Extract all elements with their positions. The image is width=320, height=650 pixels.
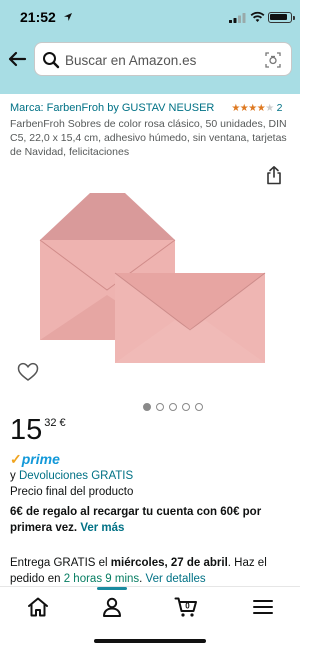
search-icon [43,52,60,69]
status-bar: 21:52 [0,0,300,34]
brand-row: Marca: FarbenFroh by GUSTAV NEUSER ★★★★★… [10,102,292,116]
prime-label: prime [21,451,60,467]
rating-count: 2 [276,102,283,114]
order-countdown: 2 horas 9 mins [63,573,140,585]
returns-line: y Devoluciones GRATIS [10,470,133,482]
back-arrow-icon[interactable] [6,48,28,70]
delivery-date: miércoles, 27 de abril [110,557,228,569]
home-icon[interactable] [26,595,50,619]
battery-icon [268,12,295,23]
see-details-link[interactable]: Ver detalles [146,573,206,585]
account-icon[interactable] [100,595,124,619]
promo-text: 6€ de regalo al recargar tu cuenta con 6… [10,504,290,536]
prime-badge: ✓prime [10,451,60,467]
camera-search-icon[interactable] [265,52,281,68]
brand-link[interactable]: Marca: FarbenFroh by GUSTAV NEUSER [10,102,214,114]
share-icon[interactable] [265,165,283,185]
wifi-icon [250,11,265,22]
bottom-navigation: 0 [0,586,300,650]
star-empty-icon: ★ [265,103,274,114]
active-tab-indicator [97,587,127,590]
cart-icon[interactable]: 0 [174,595,198,619]
heart-favorite-icon[interactable] [17,362,39,382]
price-whole: 15 [10,414,43,446]
home-indicator [94,639,206,643]
carousel-dot[interactable] [195,403,203,411]
price: 15 32 € [10,414,66,450]
star-icon: ★ [239,103,249,114]
star-icon: ★ [231,103,240,114]
carousel-dot[interactable] [156,403,164,411]
location-arrow-icon [64,13,72,21]
carousel-dot[interactable] [143,403,151,411]
svg-text:0: 0 [185,602,190,611]
carousel-dot[interactable] [169,403,177,411]
price-fraction: 32 € [44,417,66,429]
product-image[interactable] [30,185,275,365]
carousel-dot[interactable] [182,403,190,411]
front-envelope [114,272,266,363]
star-icon: ★ [248,103,257,114]
see-more-link[interactable]: Ver más [80,522,124,534]
delivery-text: Entrega GRATIS el [10,557,111,569]
product-title: FarbenFroh Sobres de color rosa clásico,… [10,118,287,158]
status-time: 21:52 [20,9,56,25]
final-price-note: Precio final del producto [10,486,134,498]
delivery-info: Entrega GRATIS el miércoles, 27 de abril… [10,555,292,587]
top-header: 21:52 [0,0,300,94]
rating-stars[interactable]: ★★★★★ 2 [231,102,282,116]
search-bar[interactable] [34,42,292,76]
cellular-signal-icon [229,13,246,23]
free-returns-link[interactable]: Devoluciones GRATIS [19,470,133,482]
star-icon: ★ [256,103,266,114]
prime-check-icon: ✓ [10,451,22,467]
image-carousel-dots [143,398,208,411]
menu-icon[interactable] [251,595,275,619]
returns-prefix: y [10,470,19,482]
search-input[interactable] [65,49,255,71]
promo-message: 6€ de regalo al recargar tu cuenta con 6… [10,506,262,534]
